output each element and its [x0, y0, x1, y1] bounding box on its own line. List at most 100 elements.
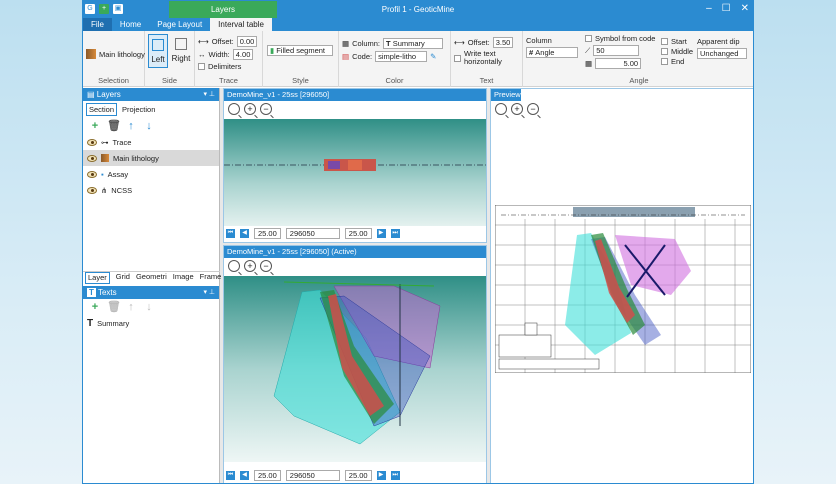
- preview-title: Preview: [491, 89, 521, 101]
- color-column-select[interactable]: T Summary: [383, 38, 444, 49]
- close-icon[interactable]: ✕: [741, 3, 749, 15]
- trace-width-input[interactable]: 4.00: [232, 49, 254, 60]
- zoom-out-icon[interactable]: −: [260, 103, 272, 115]
- layer-item-main-lithology[interactable]: Main lithology: [83, 150, 219, 166]
- add-icon[interactable]: +: [89, 301, 101, 313]
- preview-page[interactable]: [495, 205, 751, 373]
- tab-file[interactable]: File: [83, 18, 112, 31]
- main-lithology-selector[interactable]: Main lithology: [99, 50, 145, 59]
- group-label-selection: Selection: [98, 76, 129, 85]
- middle-checkbox[interactable]: [661, 48, 668, 55]
- symbol-icon: ⟋: [585, 45, 591, 55]
- next-section-icon[interactable]: ▶: [376, 470, 386, 480]
- apparent-dip-select[interactable]: Unchanged: [697, 48, 747, 59]
- side-right-button[interactable]: Right: [171, 34, 191, 68]
- lithology-icon: [86, 49, 96, 59]
- zoom-in-icon[interactable]: +: [511, 103, 523, 115]
- delete-icon[interactable]: 🗑: [107, 120, 121, 132]
- last-section-icon[interactable]: ⏭: [390, 470, 400, 480]
- move-up-icon[interactable]: ↑: [125, 301, 137, 313]
- zoom-fit-icon[interactable]: [228, 103, 240, 115]
- angle-column-select[interactable]: # Angle: [526, 47, 578, 58]
- layer-item-trace[interactable]: ⊶ Trace: [83, 134, 219, 150]
- zoom-fit-icon[interactable]: [228, 260, 240, 272]
- prev-section-icon[interactable]: ◀: [240, 470, 249, 480]
- visibility-eye-icon[interactable]: [87, 170, 97, 178]
- section-select[interactable]: 296050: [285, 469, 340, 481]
- move-down-icon[interactable]: ↓: [143, 120, 155, 132]
- ribbon-group-angle: Column # Angle Symbol from code ⟋ 50 ▦ 5…: [523, 31, 753, 87]
- workspace: ▤ Layers ▾ ⊥ Section Projection + 🗑 ↑ ↓ …: [83, 88, 753, 483]
- tab-geometri[interactable]: Geometri: [136, 272, 167, 284]
- edit-code-icon[interactable]: ✎: [430, 52, 436, 61]
- last-section-icon[interactable]: ⏭: [390, 228, 400, 238]
- ribbon-group-style: ▮ Filled segment Style: [263, 31, 339, 87]
- tab-grid[interactable]: Grid: [116, 272, 130, 284]
- code-icon: ▤: [342, 52, 350, 61]
- write-horizontal-checkbox[interactable]: [454, 54, 461, 62]
- tab-home[interactable]: Home: [112, 18, 149, 31]
- tab-section[interactable]: Section: [86, 103, 118, 116]
- right-width-input[interactable]: 25.00: [344, 227, 372, 239]
- left-width-input[interactable]: 25.00: [254, 227, 281, 239]
- pin-icon[interactable]: ▾ ⊥: [203, 286, 215, 299]
- visibility-eye-icon[interactable]: [87, 138, 97, 146]
- section-canvas-top[interactable]: [224, 119, 486, 226]
- pin-icon[interactable]: ▾ ⊥: [203, 88, 215, 101]
- group-label-trace: Trace: [219, 76, 238, 85]
- move-up-icon[interactable]: ↑: [125, 120, 137, 132]
- tab-projection[interactable]: Projection: [119, 103, 158, 116]
- zoom-in-icon[interactable]: +: [244, 103, 256, 115]
- preview-panel: Preview + −: [490, 88, 753, 483]
- zoom-toolbar: + −: [224, 101, 486, 117]
- section-canvas-bottom[interactable]: [224, 276, 486, 462]
- delete-icon[interactable]: 🗑: [107, 301, 121, 313]
- tab-page-layout[interactable]: Page Layout: [149, 18, 210, 31]
- app-window: G + ▣ Layers Profil 1 - GeoticMine – ☐ ✕…: [82, 0, 754, 484]
- layers-panel-header: ▤ Layers ▾ ⊥: [83, 88, 219, 101]
- style-select[interactable]: ▮ Filled segment: [267, 45, 333, 56]
- layer-item-assay[interactable]: ▪ Assay: [83, 166, 219, 182]
- visibility-eye-icon[interactable]: [87, 154, 97, 162]
- side-left-button[interactable]: Left: [148, 34, 168, 68]
- section-select[interactable]: 296050: [285, 227, 340, 239]
- layer-item-ncss[interactable]: ⋔ NCSS: [83, 182, 219, 198]
- text-item-summary[interactable]: T Summary: [83, 315, 219, 331]
- zoom-fit-icon[interactable]: [495, 103, 507, 115]
- add-icon[interactable]: +: [89, 120, 101, 132]
- first-section-icon[interactable]: ⏮: [226, 470, 235, 480]
- side-left-icon: [152, 39, 164, 51]
- zoom-in-icon[interactable]: +: [244, 260, 256, 272]
- zoom-out-icon[interactable]: −: [260, 260, 272, 272]
- trace-offset-input[interactable]: 0.00: [236, 36, 258, 47]
- section-nav-bottom: ⏮ ◀ 25.00 296050 25.00 ▶ ⏭: [226, 468, 400, 482]
- start-checkbox[interactable]: [661, 38, 668, 45]
- column-icon: ▦: [342, 39, 350, 48]
- angle-step-input[interactable]: 5.00: [595, 58, 642, 69]
- zoom-toolbar: + −: [224, 258, 486, 274]
- title-bar: G + ▣ Layers Profil 1 - GeoticMine – ☐ ✕: [83, 1, 753, 18]
- ribbon: Main lithology Selection Left Right Side…: [83, 31, 753, 87]
- zoom-out-icon[interactable]: −: [527, 103, 539, 115]
- symbol-from-code-checkbox[interactable]: [585, 35, 592, 42]
- move-down-icon[interactable]: ↓: [143, 301, 155, 313]
- visibility-eye-icon[interactable]: [87, 186, 97, 194]
- symbol-select[interactable]: 50: [593, 45, 640, 56]
- end-checkbox[interactable]: [661, 58, 668, 65]
- tab-interval-table[interactable]: Interval table: [210, 18, 272, 31]
- tab-layer[interactable]: Layer: [85, 272, 110, 284]
- left-width-input[interactable]: 25.00: [254, 469, 281, 481]
- ribbon-group-color: ▦ Column: T Summary ▤ Code: simple-litho…: [339, 31, 451, 87]
- tab-image[interactable]: Image: [173, 272, 194, 284]
- tab-frame[interactable]: Frame: [200, 272, 222, 284]
- right-width-input[interactable]: 25.00: [344, 469, 372, 481]
- minimize-icon[interactable]: –: [706, 3, 712, 15]
- delimiters-checkbox[interactable]: [198, 63, 205, 70]
- next-section-icon[interactable]: ▶: [376, 228, 386, 238]
- prev-section-icon[interactable]: ◀: [240, 228, 249, 238]
- text-offset-input[interactable]: 3.50: [492, 37, 514, 48]
- color-code-select[interactable]: simple-litho: [375, 51, 428, 62]
- first-section-icon[interactable]: ⏮: [226, 228, 235, 238]
- maximize-icon[interactable]: ☐: [722, 3, 731, 15]
- window-controls: – ☐ ✕: [706, 3, 749, 15]
